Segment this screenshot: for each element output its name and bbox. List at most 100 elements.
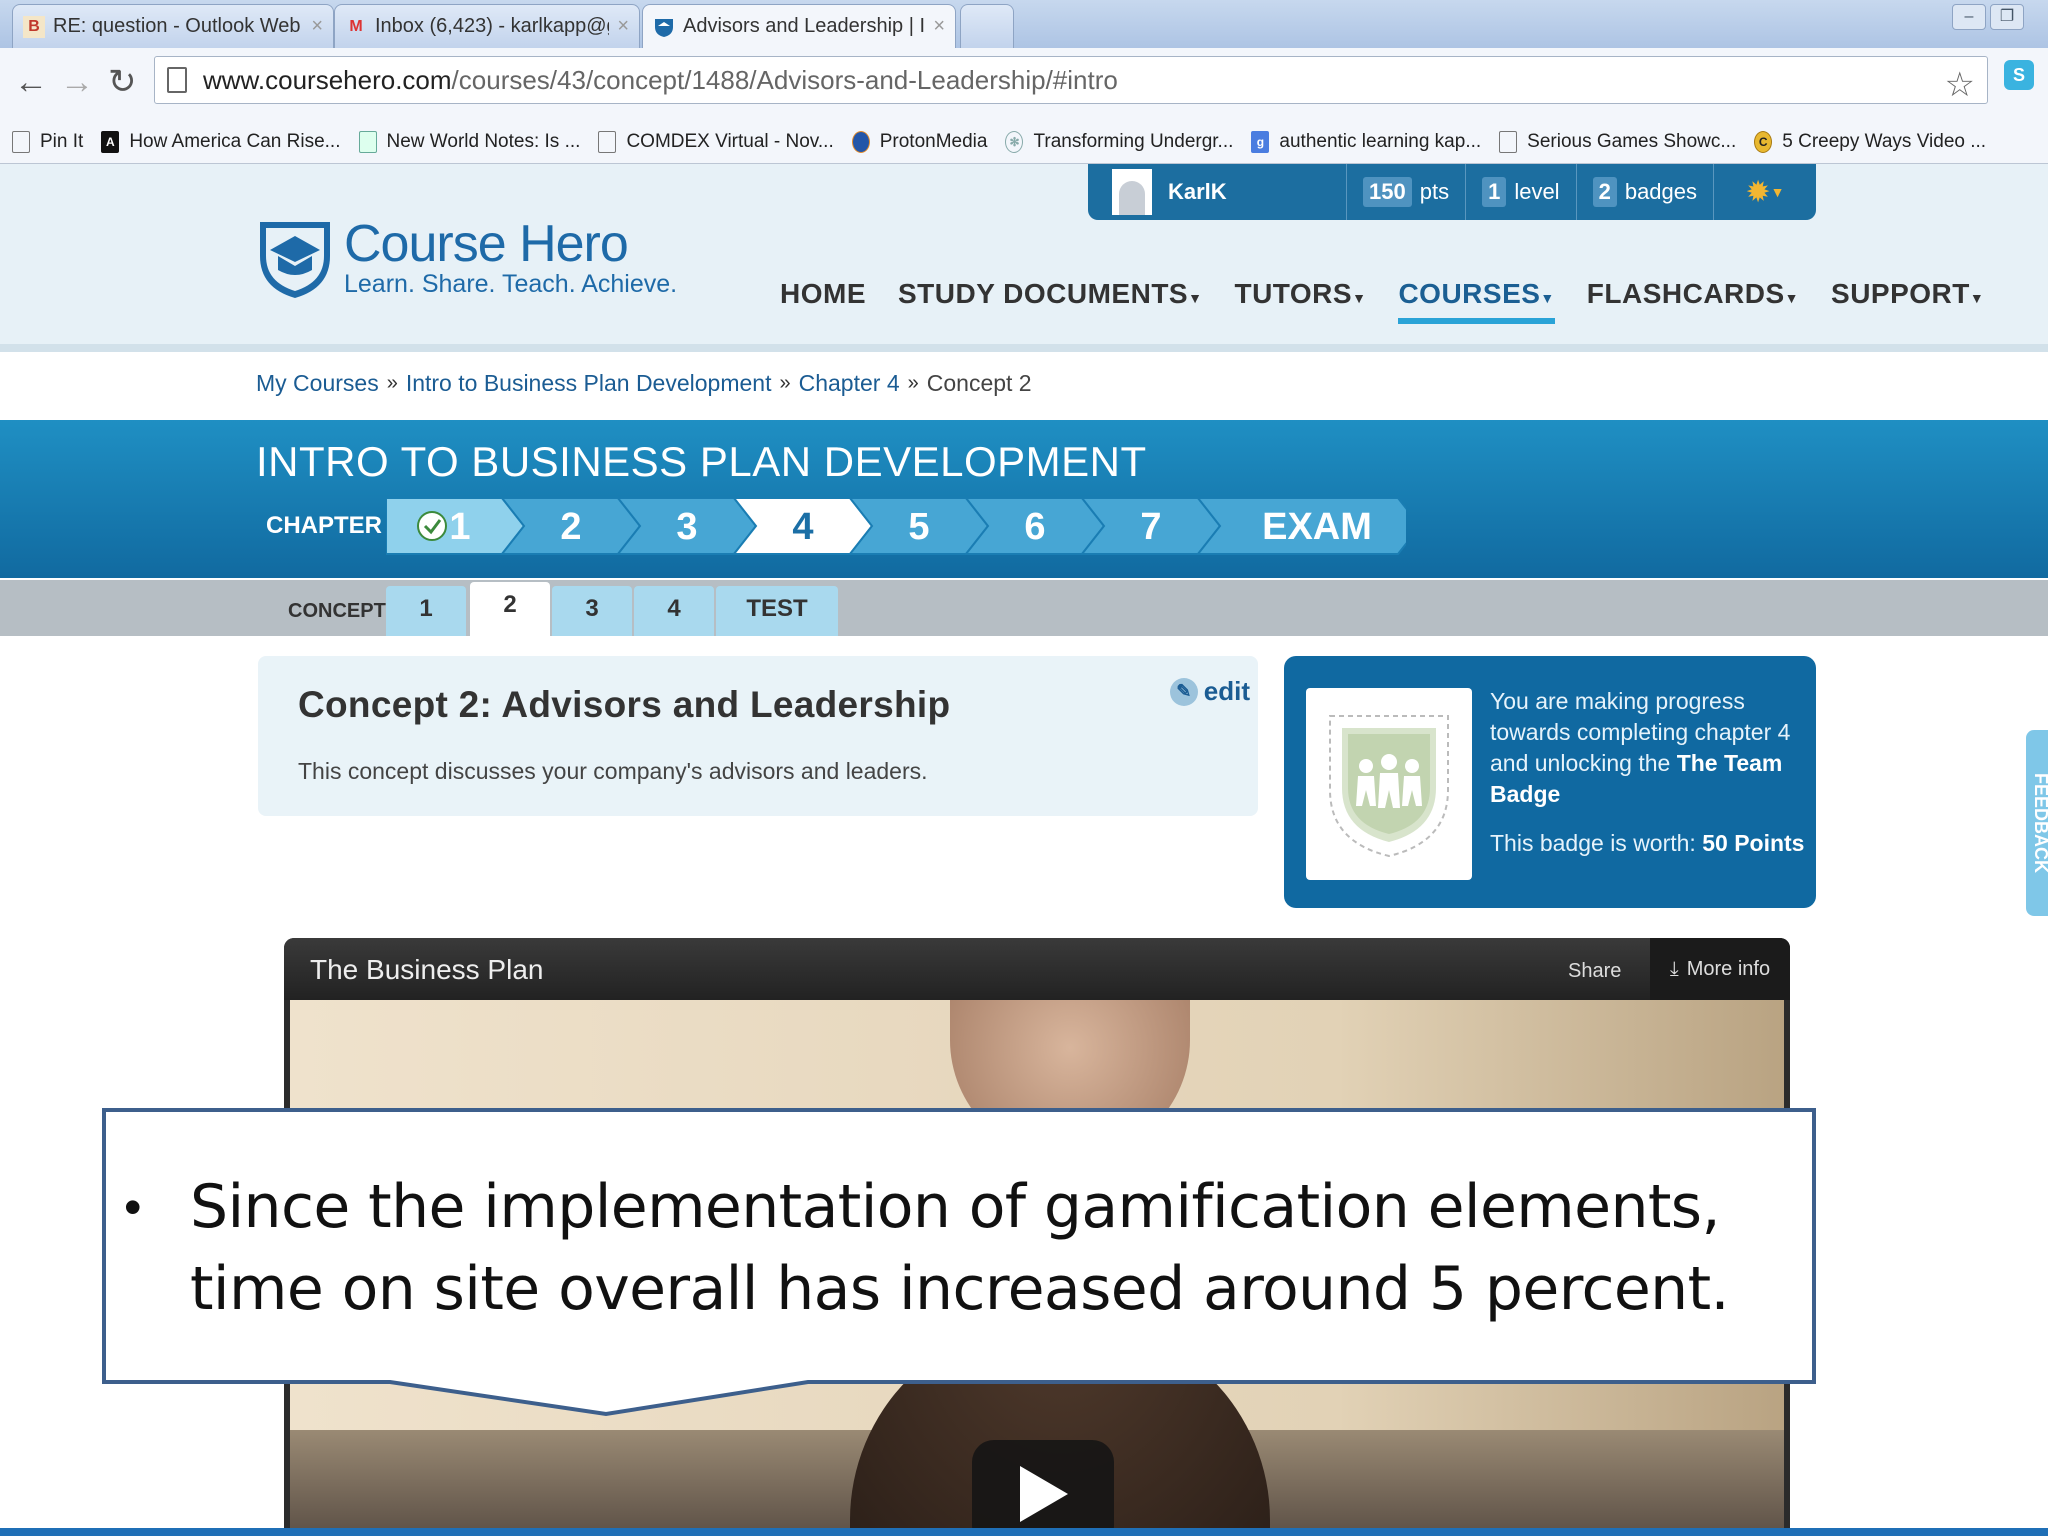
tab-title: RE: question - Outlook Web A	[53, 15, 304, 37]
forward-arrow-icon[interactable]: →	[60, 62, 94, 102]
concept-label: CONCEPT	[288, 600, 386, 622]
caret-down-icon: ▼	[1352, 290, 1367, 306]
breadcrumb-current: Concept 2	[926, 370, 1032, 396]
atlantic-icon: A	[101, 130, 120, 153]
bookmark-label: COMDEX Virtual - Nov...	[626, 130, 834, 152]
browser-tab-outlook[interactable]: B RE: question - Outlook Web A ×	[12, 4, 334, 48]
address-bar[interactable]: www.coursehero.com/courses/43/concept/14…	[154, 56, 1988, 104]
video-title-bar: The Business Plan Share ⤓ More info	[284, 938, 1790, 1000]
bookmark-item[interactable]: ✻ Transforming Undergr...	[1005, 130, 1234, 153]
edit-label: edit	[1203, 676, 1250, 706]
bookmark-item[interactable]: COMDEX Virtual - Nov...	[598, 130, 834, 153]
chapter-label: CHAPTER	[266, 512, 383, 539]
feedback-tab[interactable]: FEEDBACK	[2026, 730, 2048, 916]
nav-label: TUTORS	[1234, 278, 1353, 309]
close-icon[interactable]: ×	[933, 15, 945, 38]
nav-study-documents[interactable]: STUDY DOCUMENTS▼	[898, 278, 1202, 310]
edit-link[interactable]: ✎ edit	[1169, 676, 1250, 707]
breadcrumb-my-courses[interactable]: My Courses	[256, 370, 379, 397]
breadcrumb-chapter[interactable]: Chapter 4	[799, 370, 900, 397]
breadcrumb-course[interactable]: Intro to Business Plan Development	[406, 370, 772, 397]
nav-home[interactable]: HOME	[780, 278, 866, 310]
pencil-icon: ✎	[1169, 677, 1198, 706]
badges-value: 2	[1592, 177, 1617, 207]
caret-down-icon: ▼	[1540, 290, 1555, 306]
nav-flashcards[interactable]: FLASHCARDS▼	[1587, 278, 1799, 310]
breadcrumb: My Courses » Intro to Business Plan Deve…	[256, 370, 1032, 397]
username[interactable]: KarlK	[1168, 179, 1346, 205]
bookmark-item[interactable]: Pin It	[12, 130, 84, 153]
cracked-icon: C	[1754, 130, 1773, 153]
callout-text: Since the implementation of gamification…	[190, 1172, 1730, 1324]
window-controls: – ❐	[1952, 4, 2024, 30]
page-icon	[167, 67, 187, 93]
blog-icon	[358, 130, 377, 153]
concept-tab-test[interactable]: TEST	[716, 586, 838, 636]
badges-counter[interactable]: 2 badges	[1575, 164, 1713, 220]
points-counter[interactable]: 150 pts	[1346, 164, 1465, 220]
star-icon[interactable]: ☆	[1945, 65, 1975, 105]
chapter-step-1[interactable]: 1	[386, 498, 526, 555]
breadcrumb-separator: »	[779, 372, 791, 394]
reload-icon[interactable]: ↻	[108, 62, 137, 102]
level-counter[interactable]: 1 level	[1465, 164, 1576, 220]
nav-label: FLASHCARDS	[1586, 278, 1785, 309]
main-nav: HOME STUDY DOCUMENTS▼ TUTORS▼ COURSES▼ F…	[780, 278, 2016, 324]
concept-card: Concept 2: Advisors and Leadership This …	[258, 656, 1258, 816]
tab-title: Inbox (6,423) - karlkapp@gm	[375, 15, 610, 37]
bookmark-label: ProtonMedia	[879, 130, 988, 152]
avatar[interactable]	[1112, 169, 1152, 215]
new-tab-button[interactable]	[960, 4, 1014, 48]
more-info-label: More info	[1686, 957, 1771, 980]
page-icon	[1499, 130, 1518, 153]
video-title[interactable]: The Business Plan	[310, 954, 543, 986]
concept-tab-1[interactable]: 1	[386, 586, 466, 636]
bookmark-item[interactable]: A How America Can Rise...	[101, 130, 341, 153]
shield-logo-icon	[260, 222, 330, 298]
more-info-arrow-icon: ⤓	[1669, 957, 1679, 980]
browser-tab-strip: B RE: question - Outlook Web A × M Inbox…	[0, 0, 2048, 48]
chapter-step-exam[interactable]: EXAM	[1195, 498, 1406, 555]
bookmark-label: authentic learning kap...	[1279, 130, 1482, 152]
bookmark-label: How America Can Rise...	[129, 130, 341, 152]
gmail-icon: M	[349, 17, 363, 35]
logo-title: Course Hero	[344, 215, 629, 273]
bookmark-label: Transforming Undergr...	[1033, 130, 1234, 152]
restore-icon[interactable]: ❐	[1990, 4, 2024, 30]
nav-support[interactable]: SUPPORT▼	[1831, 278, 1984, 310]
chapter-stepper: 1 2 3 4 5 6 7 EXAM	[386, 498, 1406, 555]
play-button[interactable]	[972, 1440, 1114, 1536]
level-value: 1	[1482, 177, 1507, 207]
bookmark-item[interactable]: ProtonMedia	[851, 130, 988, 153]
bookmark-label: Pin It	[40, 130, 84, 152]
close-icon[interactable]: ×	[311, 15, 323, 38]
skype-extension-icon[interactable]: S	[2004, 60, 2034, 90]
nav-tutors[interactable]: TUTORS▼	[1234, 278, 1366, 310]
concept-tab-3[interactable]: 3	[552, 586, 632, 636]
bookmark-label: 5 Creepy Ways Video ...	[1782, 130, 1987, 152]
back-arrow-icon[interactable]: ←	[14, 62, 48, 102]
close-icon[interactable]: ×	[617, 15, 629, 38]
bookmark-item[interactable]: g authentic learning kap...	[1251, 130, 1482, 153]
bookmark-item[interactable]: C 5 Creepy Ways Video ...	[1754, 130, 1987, 153]
badge-worth-label: This badge is worth:	[1490, 830, 1696, 856]
concept-tab-4[interactable]: 4	[634, 586, 714, 636]
coursehero-shield-icon	[653, 16, 675, 38]
coursehero-logo[interactable]: Course Hero Learn. Share. Teach. Achieve…	[256, 216, 677, 300]
nav-courses[interactable]: COURSES▼	[1398, 278, 1556, 324]
browser-toolbar: ← → ↻ www.coursehero.com/courses/43/conc…	[0, 48, 2048, 120]
logo-tagline: Learn. Share. Teach. Achieve.	[344, 270, 678, 298]
browser-tab-gmail[interactable]: M Inbox (6,423) - karlkapp@gm ×	[334, 4, 640, 48]
chapter-step-label: 3	[676, 506, 697, 548]
bookmark-item[interactable]: New World Notes: Is ...	[358, 130, 580, 153]
minimize-icon[interactable]: –	[1952, 4, 1986, 30]
caret-down-icon: ▼	[1784, 290, 1800, 306]
video-more-info-button[interactable]: ⤓ More info	[1650, 938, 1790, 1000]
browser-tab-coursehero[interactable]: Advisors and Leadership | Int ×	[642, 4, 956, 48]
video-share-button[interactable]: Share	[1568, 960, 1621, 983]
badge-progress-text: You are making progress towards completi…	[1490, 686, 1802, 810]
settings-gear-icon[interactable]: ✹ ▼	[1713, 164, 1816, 220]
concept-tab-2[interactable]: 2	[470, 582, 550, 636]
bookmark-item[interactable]: Serious Games Showc...	[1499, 130, 1736, 153]
points-value: 150	[1363, 177, 1412, 207]
